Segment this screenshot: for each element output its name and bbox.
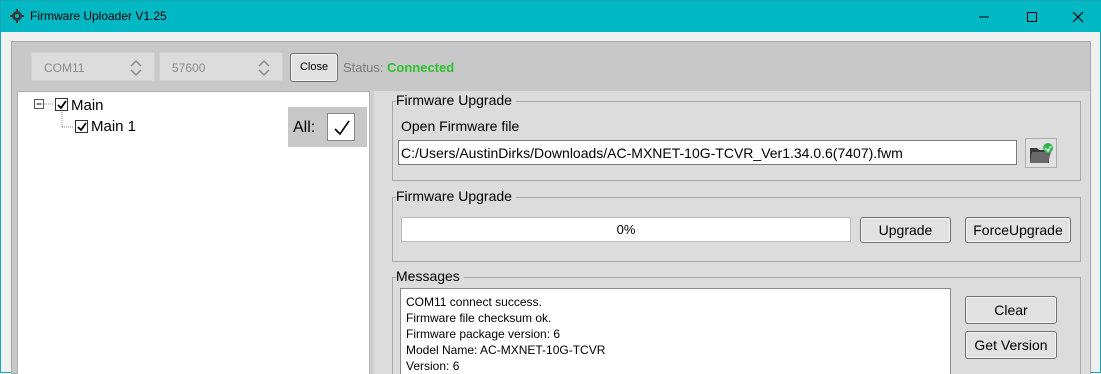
- tree-lines: [34, 99, 74, 128]
- main-1-checkbox[interactable]: [75, 120, 88, 133]
- checkmark-icon: [57, 100, 67, 110]
- up-down-arrows-icon: [130, 59, 142, 77]
- title-bar[interactable]: Firmware Uploader V1.25: [1, 1, 1101, 32]
- select-all-box: All:: [288, 107, 367, 147]
- maximize-button[interactable]: [1009, 1, 1055, 32]
- app-window: Firmware Uploader V1.25 COM11 57600 Clos…: [0, 0, 1101, 374]
- firmware-file-group-title: Firmware Upgrade: [396, 92, 516, 108]
- baud-rate-value: 57600: [172, 61, 206, 75]
- status-value: Connected: [387, 60, 455, 75]
- up-down-arrows-icon: [258, 59, 270, 77]
- gear-app-icon: [10, 9, 24, 23]
- baud-rate-spinbox[interactable]: 57600: [159, 52, 283, 81]
- minimize-icon: [979, 16, 989, 18]
- message-line: Model Name: AC-MXNET-10G-TCVR: [406, 343, 606, 357]
- main-checkbox[interactable]: [55, 98, 68, 111]
- status-label: Status:: [343, 60, 384, 75]
- message-line: Version: 6: [406, 359, 460, 373]
- minimize-button[interactable]: [961, 1, 1007, 32]
- messages-group-title: Messages: [396, 268, 464, 284]
- browse-folder-button[interactable]: [1025, 138, 1057, 168]
- tree-item-main[interactable]: Main: [71, 97, 104, 114]
- tree-item-main-1[interactable]: Main 1: [91, 118, 136, 135]
- messages-log[interactable]: COM11 connect success. Firmware file che…: [400, 288, 951, 374]
- message-line: COM11 connect success.: [406, 295, 542, 309]
- message-line: Firmware package version: 6: [406, 327, 561, 341]
- window-title: Firmware Uploader V1.25: [30, 9, 167, 23]
- get-version-button[interactable]: Get Version: [965, 331, 1057, 359]
- checkmark-icon: [334, 120, 350, 136]
- force-upgrade-button[interactable]: ForceUpgrade: [965, 217, 1071, 243]
- maximize-icon: [1027, 12, 1037, 22]
- checkmark-icon: [77, 122, 87, 132]
- open-firmware-label: Open Firmware file: [401, 118, 520, 134]
- upgrade-group-title: Firmware Upgrade: [396, 188, 516, 204]
- upgrade-button[interactable]: Upgrade: [860, 217, 951, 243]
- firmware-path-input[interactable]: C:/Users/AustinDirks/Downloads/AC-MXNET-…: [398, 140, 1017, 165]
- select-all-label: All:: [293, 119, 316, 136]
- close-port-button[interactable]: Close: [290, 53, 338, 82]
- open-folder-icon: [1030, 143, 1053, 163]
- select-all-checkbox[interactable]: [327, 113, 355, 141]
- clear-button[interactable]: Clear: [965, 296, 1057, 324]
- close-icon: [1072, 11, 1084, 23]
- message-line: Firmware file checksum ok.: [406, 311, 552, 325]
- close-window-button[interactable]: [1055, 1, 1101, 32]
- com-port-value: COM11: [44, 61, 85, 75]
- upgrade-progress-bar: 0%: [401, 217, 851, 242]
- com-port-spinbox[interactable]: COM11: [31, 52, 155, 81]
